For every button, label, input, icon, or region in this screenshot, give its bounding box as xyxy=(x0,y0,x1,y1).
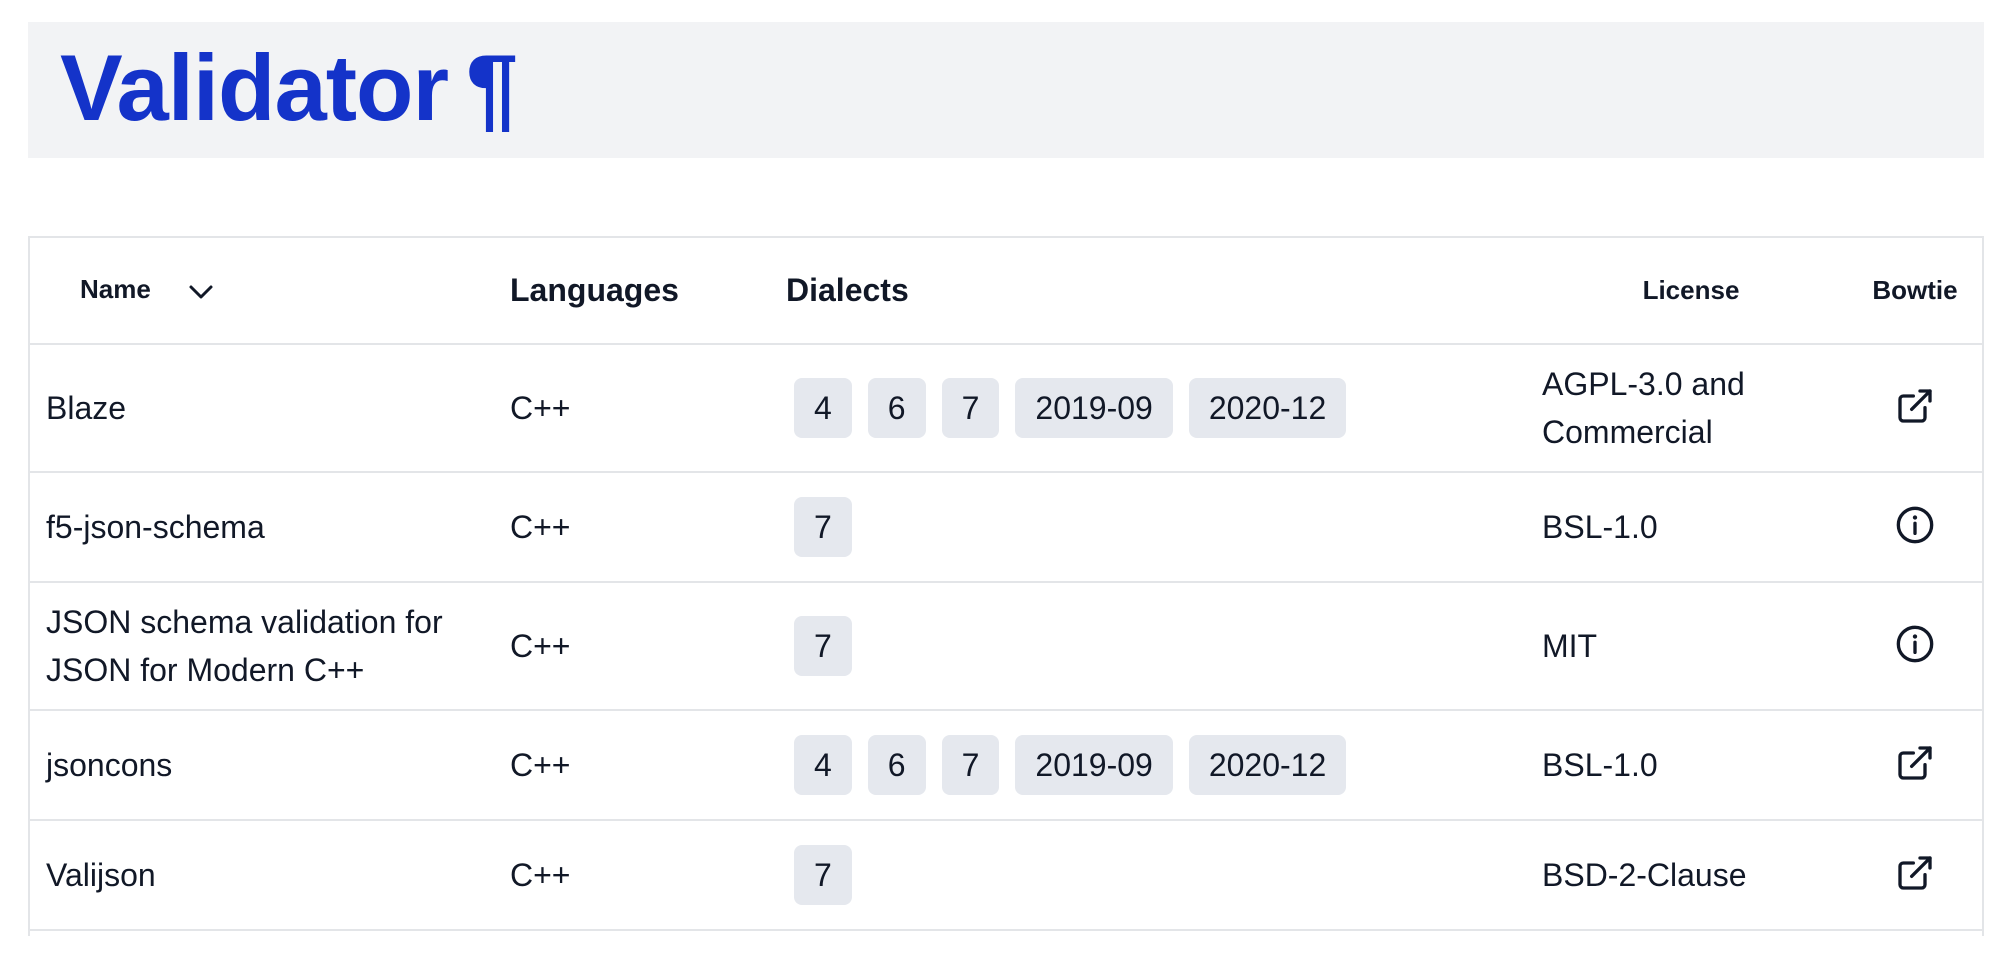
implementation-name: f5-json-schema xyxy=(46,509,265,545)
page-title-text: Validator xyxy=(60,35,449,140)
license-cell: MIT xyxy=(1542,628,1598,664)
implementation-language: C++ xyxy=(510,627,571,664)
external-link-icon[interactable] xyxy=(1895,743,1935,783)
bowtie-cell xyxy=(1848,710,1982,820)
column-header-name-label: Name xyxy=(80,274,151,305)
license-cell: BSD-2-Clause xyxy=(1542,857,1747,893)
license-cell: BSL-1.0 xyxy=(1542,509,1658,545)
implementation-name: Valijson xyxy=(46,857,156,893)
bowtie-cell xyxy=(1848,820,1982,930)
dialect-badge: 2020-12 xyxy=(1188,378,1347,438)
dialect-badge-list: 7 xyxy=(794,616,1534,676)
column-header-dialects: Dialects xyxy=(786,272,909,308)
column-header-bowtie: Bowtie xyxy=(1872,275,1958,305)
dialects-cell: 4 6 7 2019-09 2020-12 xyxy=(786,710,1534,820)
implementation-name: JSON schema validation for JSON for Mode… xyxy=(46,604,443,688)
external-link-icon[interactable] xyxy=(1895,386,1935,426)
implementation-name: Blaze xyxy=(46,390,127,426)
dialects-cell: 7 xyxy=(786,582,1534,710)
dialect-badge: 4 xyxy=(794,378,852,438)
table-row: Valijson C++ 7 BSD-2-Clause xyxy=(30,820,1982,930)
page-title: Validator ¶ xyxy=(60,30,518,146)
dialect-badge-list: 7 xyxy=(794,845,1534,905)
implementation-name: jsoncons xyxy=(46,747,173,783)
dialect-badge: 2019-09 xyxy=(1015,378,1173,438)
implementation-language: C++ xyxy=(510,389,571,426)
dialect-badge: 7 xyxy=(794,497,852,557)
column-header-name[interactable]: Name xyxy=(30,238,510,344)
dialect-badge: 6 xyxy=(867,378,926,438)
table-row: JSON schema validation for JSON for Mode… xyxy=(30,582,1982,710)
dialects-cell: 7 xyxy=(786,472,1534,582)
dialect-badge: 7 xyxy=(941,735,1000,795)
dialect-badge-list: 4 6 7 2019-09 2020-12 xyxy=(794,378,1534,438)
table-header-row: Name Languages Dialects License Bowtie xyxy=(30,238,1982,344)
external-link-icon[interactable] xyxy=(1895,853,1935,893)
table-row: jsoncons C++ 4 6 7 2019-09 2020-12 BSL-1.0 xyxy=(30,710,1982,820)
dialect-badge: 6 xyxy=(867,735,926,795)
dialect-badge-list: 4 6 7 2019-09 2020-12 xyxy=(794,735,1534,795)
dialect-badge: 4 xyxy=(794,735,852,795)
dialect-badge: 2019-09 xyxy=(1015,735,1173,795)
table-row: Blaze C++ 4 6 7 2019-09 2020-12 AGPL-3.0 and Co… xyxy=(30,344,1982,472)
dialects-cell: 7 xyxy=(786,820,1534,930)
table-row: f5-json-schema C++ 7 BSL-1.0 xyxy=(30,472,1982,582)
column-header-license: License xyxy=(1642,275,1740,305)
column-header-languages: Languages xyxy=(510,272,679,308)
dialect-badge: 7 xyxy=(941,378,1000,438)
dialect-badge-list: 7 xyxy=(794,497,1534,557)
dialect-badge: 2020-12 xyxy=(1188,735,1347,795)
dialect-badge: 7 xyxy=(794,845,852,905)
bowtie-cell xyxy=(1848,344,1982,472)
license-cell: BSL-1.0 xyxy=(1542,747,1658,783)
implementation-language: C++ xyxy=(510,508,571,545)
dialect-badge: 7 xyxy=(794,616,852,676)
implementation-language: C++ xyxy=(510,856,571,893)
validator-table: Name Languages Dialects License Bowtie B… xyxy=(28,236,1984,936)
bowtie-cell xyxy=(1848,582,1982,710)
dialects-cell: 4 6 7 2019-09 2020-12 xyxy=(786,344,1534,472)
info-icon[interactable] xyxy=(1895,624,1935,664)
info-icon[interactable] xyxy=(1895,505,1935,545)
bowtie-cell xyxy=(1848,472,1982,582)
chevron-down-icon[interactable] xyxy=(188,276,214,307)
permalink-anchor[interactable]: ¶ xyxy=(466,35,518,140)
table-body: Blaze C++ 4 6 7 2019-09 2020-12 AGPL-3.0 and Co… xyxy=(30,344,1982,930)
license-cell: AGPL-3.0 and Commercial xyxy=(1542,366,1745,450)
implementation-language: C++ xyxy=(510,746,571,783)
